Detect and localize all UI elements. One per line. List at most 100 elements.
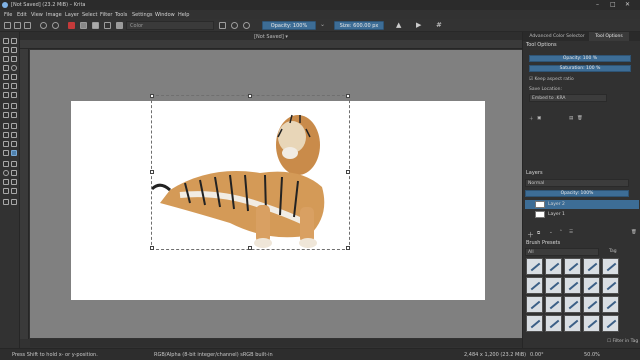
resize-handle[interactable] bbox=[346, 246, 350, 250]
elliptical-selection-tool-icon[interactable] bbox=[3, 170, 9, 176]
line-tool-icon[interactable] bbox=[11, 56, 17, 62]
bezier-selection-tool-icon[interactable] bbox=[11, 188, 17, 194]
colorize-mask-tool-icon[interactable] bbox=[3, 132, 9, 138]
blend-mode-select[interactable]: Color bbox=[126, 21, 214, 30]
maximize-button[interactable]: □ bbox=[610, 1, 616, 8]
brush-preset-thumbnail[interactable] bbox=[564, 315, 581, 332]
menu-filter[interactable]: Filter bbox=[100, 12, 112, 18]
rectangle-tool-icon[interactable] bbox=[3, 65, 9, 71]
preserve-alpha-icon[interactable] bbox=[231, 22, 238, 29]
brush-preset-thumbnail[interactable] bbox=[545, 277, 562, 294]
rotation-readout[interactable]: 0.00° bbox=[530, 352, 544, 358]
menu-layer[interactable]: Layer bbox=[65, 12, 79, 18]
transform-tool-icon[interactable] bbox=[3, 112, 9, 118]
brush-preset-thumbnail[interactable] bbox=[545, 296, 562, 313]
text-tool-icon[interactable] bbox=[11, 38, 17, 44]
saturation-slider[interactable]: Saturation: 100 % bbox=[529, 65, 631, 72]
minimize-button[interactable]: – bbox=[596, 1, 599, 8]
menu-file[interactable]: File bbox=[4, 12, 12, 18]
layer-opacity-slider[interactable]: Opacity: 100% bbox=[525, 190, 629, 197]
brush-preset-icon[interactable] bbox=[104, 22, 111, 29]
layer-row[interactable]: Layer 2 bbox=[525, 200, 639, 209]
brush-preview-icon[interactable] bbox=[116, 22, 123, 29]
close-button[interactable]: ✕ bbox=[625, 1, 630, 8]
eraser-mode-icon[interactable] bbox=[219, 22, 226, 29]
contiguous-selection-tool-icon[interactable] bbox=[11, 179, 17, 185]
resize-handle[interactable] bbox=[150, 94, 154, 98]
brush-preset-thumbnail[interactable] bbox=[602, 277, 619, 294]
menu-window[interactable]: Window bbox=[155, 12, 175, 18]
reference-images-tool-icon[interactable] bbox=[11, 150, 17, 156]
brush-preset-thumbnail[interactable] bbox=[564, 277, 581, 294]
mirror-horizontal-icon[interactable]: ▲ bbox=[396, 21, 403, 29]
filter-in-tag-checkbox[interactable]: ☐ Filter in Tag bbox=[607, 339, 638, 344]
brush-preset-thumbnail[interactable] bbox=[564, 296, 581, 313]
brush-preset-thumbnail[interactable] bbox=[526, 277, 543, 294]
brush-preset-thumbnail[interactable] bbox=[526, 315, 543, 332]
document-tab[interactable]: [Not Saved] ▾ bbox=[20, 32, 522, 40]
load-reference-icon[interactable]: ▣ bbox=[537, 116, 541, 121]
horizontal-scrollbar[interactable] bbox=[30, 339, 522, 347]
layer-blend-select[interactable]: Normal bbox=[525, 179, 629, 187]
transform-selection-box[interactable] bbox=[150, 94, 350, 250]
size-slider[interactable]: Size: 600.00 px bbox=[334, 21, 384, 30]
reload-preset-icon[interactable] bbox=[243, 22, 250, 29]
wrap-around-icon[interactable]: # bbox=[436, 21, 443, 29]
menu-select[interactable]: Select bbox=[82, 12, 97, 18]
move-layer-up-icon[interactable]: ⌃ bbox=[559, 230, 563, 235]
edit-shapes-tool-icon[interactable] bbox=[3, 47, 9, 53]
polygon-tool-icon[interactable] bbox=[3, 74, 9, 80]
delete-layer-icon[interactable]: 🗑 bbox=[631, 230, 637, 235]
brush-preset-thumbnail[interactable] bbox=[583, 258, 600, 275]
tab-advanced-color-selector[interactable]: Advanced Color Selector bbox=[525, 32, 589, 41]
calligraphy-tool-icon[interactable] bbox=[11, 47, 17, 53]
brush-preset-thumbnail[interactable] bbox=[602, 315, 619, 332]
menu-view[interactable]: View bbox=[31, 12, 43, 18]
freehand-brush-tool-icon[interactable] bbox=[3, 56, 9, 62]
brush-preset-thumbnail[interactable] bbox=[583, 296, 600, 313]
rectangular-selection-tool-icon[interactable] bbox=[11, 161, 17, 167]
select-shapes-tool-icon[interactable] bbox=[3, 38, 9, 44]
resize-handle[interactable] bbox=[150, 246, 154, 250]
save-icon[interactable] bbox=[24, 22, 31, 29]
open-document-icon[interactable] bbox=[14, 22, 21, 29]
save-reference-icon[interactable]: ▤ bbox=[569, 116, 573, 121]
fill-tool-icon[interactable] bbox=[3, 141, 9, 147]
keep-aspect-checkbox[interactable]: ☑ Keep aspect ratio bbox=[529, 77, 574, 82]
mirror-vertical-icon[interactable]: ▶ bbox=[416, 21, 423, 29]
tab-tool-options[interactable]: Tool Options bbox=[589, 32, 629, 41]
menu-tools[interactable]: Tools bbox=[115, 12, 127, 18]
pattern-icon[interactable] bbox=[92, 22, 99, 29]
move-layer-down-icon[interactable]: ⌄ bbox=[549, 230, 553, 235]
brush-preset-thumbnail[interactable] bbox=[583, 277, 600, 294]
similar-color-selection-tool-icon[interactable] bbox=[3, 188, 9, 194]
new-document-icon[interactable] bbox=[4, 22, 11, 29]
redo-icon[interactable] bbox=[52, 22, 59, 29]
duplicate-layer-icon[interactable]: ⧉ bbox=[537, 230, 540, 236]
menu-edit[interactable]: Edit bbox=[17, 12, 27, 18]
brush-preset-thumbnail[interactable] bbox=[545, 258, 562, 275]
ellipse-tool-icon[interactable] bbox=[11, 65, 17, 71]
dynamic-brush-tool-icon[interactable] bbox=[3, 92, 9, 98]
crop-tool-icon[interactable] bbox=[3, 103, 9, 109]
opacity-slider[interactable]: Opacity: 100 % bbox=[529, 55, 631, 62]
measure-tool-icon[interactable] bbox=[3, 161, 9, 167]
add-reference-icon[interactable]: ＋ bbox=[529, 116, 534, 122]
undo-icon[interactable] bbox=[40, 22, 47, 29]
bezier-tool-icon[interactable] bbox=[3, 83, 9, 89]
pan-tool-icon[interactable] bbox=[11, 199, 17, 205]
resize-handle[interactable] bbox=[346, 170, 350, 174]
menu-image[interactable]: Image bbox=[46, 12, 62, 18]
resize-handle[interactable] bbox=[150, 170, 154, 174]
brush-preset-thumbnail[interactable] bbox=[602, 296, 619, 313]
multibrush-tool-icon[interactable] bbox=[11, 92, 17, 98]
polyline-tool-icon[interactable] bbox=[11, 74, 17, 80]
gradient-icon[interactable] bbox=[80, 22, 87, 29]
opacity-slider[interactable]: Opacity: 100% bbox=[262, 21, 316, 30]
layer-row[interactable]: Layer 1 bbox=[525, 210, 639, 219]
menu-settings[interactable]: Settings bbox=[132, 12, 153, 18]
enclose-fill-tool-icon[interactable] bbox=[11, 141, 17, 147]
resize-handle[interactable] bbox=[248, 94, 252, 98]
zoom-tool-icon[interactable] bbox=[3, 199, 9, 205]
brush-filter-select[interactable]: All bbox=[525, 248, 599, 256]
